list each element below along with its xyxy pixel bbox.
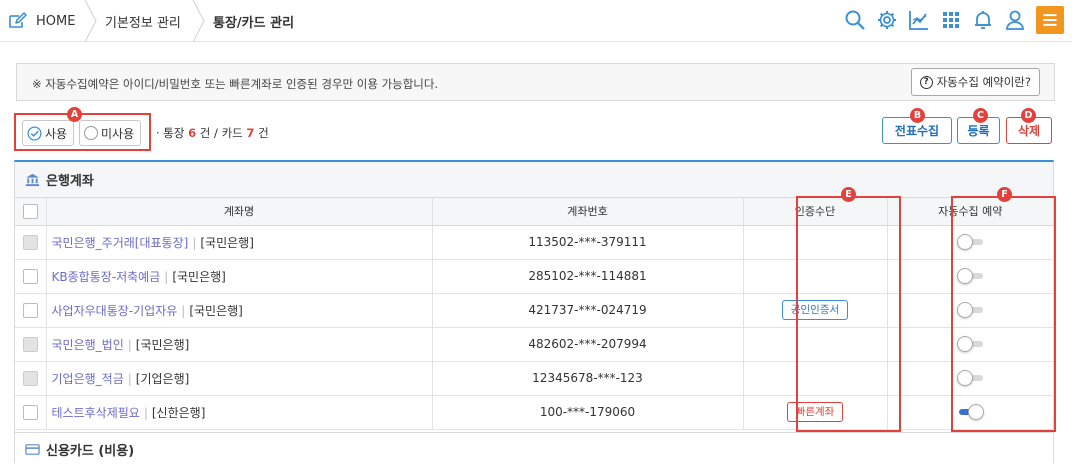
breadcrumb-current: 통장/카드 관리 <box>213 0 294 42</box>
account-count: · 통장 6 건 / 카드 7 건 <box>156 125 269 141</box>
row-checkbox[interactable] <box>22 234 38 250</box>
breadcrumb-home-label: HOME <box>36 13 76 29</box>
bank-name: [기업은행] <box>135 371 190 386</box>
filter-use-label: 사용 <box>45 126 68 141</box>
edit-icon <box>9 12 27 28</box>
auth-column-highlight <box>796 196 901 432</box>
user-icon[interactable] <box>1004 9 1026 31</box>
top-bar: HOME 기본정보 관리 통장/카드 관리 <box>0 0 1072 42</box>
filter-highlight: 사용 미사용 <box>14 113 151 151</box>
account-name-link[interactable]: 국민은행_주거래[대표통장] <box>47 236 189 250</box>
toolbar <box>844 6 1064 34</box>
row-checkbox[interactable] <box>22 302 38 318</box>
row-checkbox[interactable] <box>22 336 38 352</box>
bank-section-title: 은행계좌 <box>46 174 94 189</box>
bell-icon[interactable] <box>972 9 994 31</box>
count-suffix: 건 <box>254 126 269 140</box>
breadcrumb-separator-icon <box>192 0 205 42</box>
bank-name: [국민은행] <box>172 269 226 284</box>
breadcrumb-current-label: 통장/카드 관리 <box>213 15 295 31</box>
row-checkbox[interactable] <box>22 370 38 386</box>
notice-box: ※ 자동수집예약은 아이디/비밀번호 또는 빠른계좌로 인증된 경우만 이용 가… <box>16 63 1055 101</box>
bank-name: [국민은행] <box>189 303 243 318</box>
divider: | <box>192 235 197 250</box>
auto-collect-help-button[interactable]: ? 자동수집 예약이란? <box>910 68 1040 96</box>
marker-e: E <box>841 187 856 202</box>
check-circle-icon <box>27 126 42 140</box>
select-all-cell <box>15 198 47 226</box>
card-section-title: 신용카드 (비용) <box>46 443 135 459</box>
breadcrumb-separator-icon <box>84 0 97 42</box>
filter-use-radio[interactable]: 사용 <box>22 120 75 146</box>
question-icon: ? <box>919 75 933 89</box>
breadcrumb-level1[interactable]: 기본정보 관리 <box>105 0 181 42</box>
filter-unused-label: 미사용 <box>101 126 135 141</box>
menu-icon <box>1043 14 1057 26</box>
bank-name: [신한은행] <box>151 405 206 420</box>
account-name-link[interactable]: 테스트후삭제필요 <box>47 406 140 420</box>
account-name-link[interactable]: 기업은행_적금 <box>47 372 124 386</box>
account-number: 482602-***-207994 <box>432 327 744 362</box>
count-mid: 건 / 카드 <box>196 126 247 140</box>
auto-collect-column-highlight <box>951 196 1056 432</box>
select-all-checkbox[interactable] <box>22 203 38 219</box>
bank-name: [국민은행] <box>200 235 254 250</box>
breadcrumb-home[interactable]: HOME <box>8 0 75 42</box>
row-checkbox[interactable] <box>22 404 38 420</box>
marker-d: D <box>1021 108 1036 123</box>
breadcrumb-level1-label: 기본정보 관리 <box>105 15 181 31</box>
bank-icon <box>25 173 40 187</box>
notice-text: ※ 자동수집예약은 아이디/비밀번호 또는 빠른계좌로 인증된 경우만 이용 가… <box>32 77 439 91</box>
search-icon[interactable] <box>844 9 866 31</box>
account-name-link[interactable]: KB종합통장-저축예금 <box>47 270 161 284</box>
divider: | <box>181 303 186 318</box>
menu-button[interactable] <box>1036 6 1064 34</box>
divider: | <box>164 269 169 284</box>
card-section-header: 신용카드 (비용) <box>15 432 1053 465</box>
column-header-name: 계좌명 <box>46 198 433 226</box>
marker-b: B <box>910 108 925 123</box>
apps-grid-icon[interactable] <box>940 9 962 31</box>
account-name-link[interactable]: 국민은행_법인 <box>47 338 124 352</box>
marker-c: C <box>973 108 988 123</box>
credit-card-icon <box>25 443 40 455</box>
filter-unused-radio[interactable]: 미사용 <box>79 120 142 146</box>
account-number: 113502-***-379111 <box>432 225 744 260</box>
marker-f: F <box>997 187 1012 202</box>
account-number: 285102-***-114881 <box>432 259 744 294</box>
account-number: 100-***-179060 <box>432 395 744 430</box>
account-number: 421737-***-024719 <box>432 293 744 328</box>
marker-a: A <box>67 107 82 122</box>
bank-section-header: 은행계좌 <box>15 162 1053 198</box>
account-number: 12345678-***-123 <box>432 361 744 396</box>
divider: | <box>127 371 132 386</box>
row-checkbox[interactable] <box>22 268 38 284</box>
bank-count: 6 <box>188 126 197 140</box>
divider: | <box>143 405 148 420</box>
gear-icon[interactable] <box>876 9 898 31</box>
column-header-number: 계좌번호 <box>432 198 744 226</box>
chart-icon[interactable] <box>908 9 930 31</box>
divider: | <box>127 337 132 352</box>
radio-empty-icon <box>84 126 98 140</box>
account-name-link[interactable]: 사업자우대통장-기업자유 <box>47 304 178 318</box>
count-prefix: · 통장 <box>156 126 189 140</box>
bank-name: [국민은행] <box>135 337 190 352</box>
help-button-label: 자동수집 예약이란? <box>936 75 1031 89</box>
